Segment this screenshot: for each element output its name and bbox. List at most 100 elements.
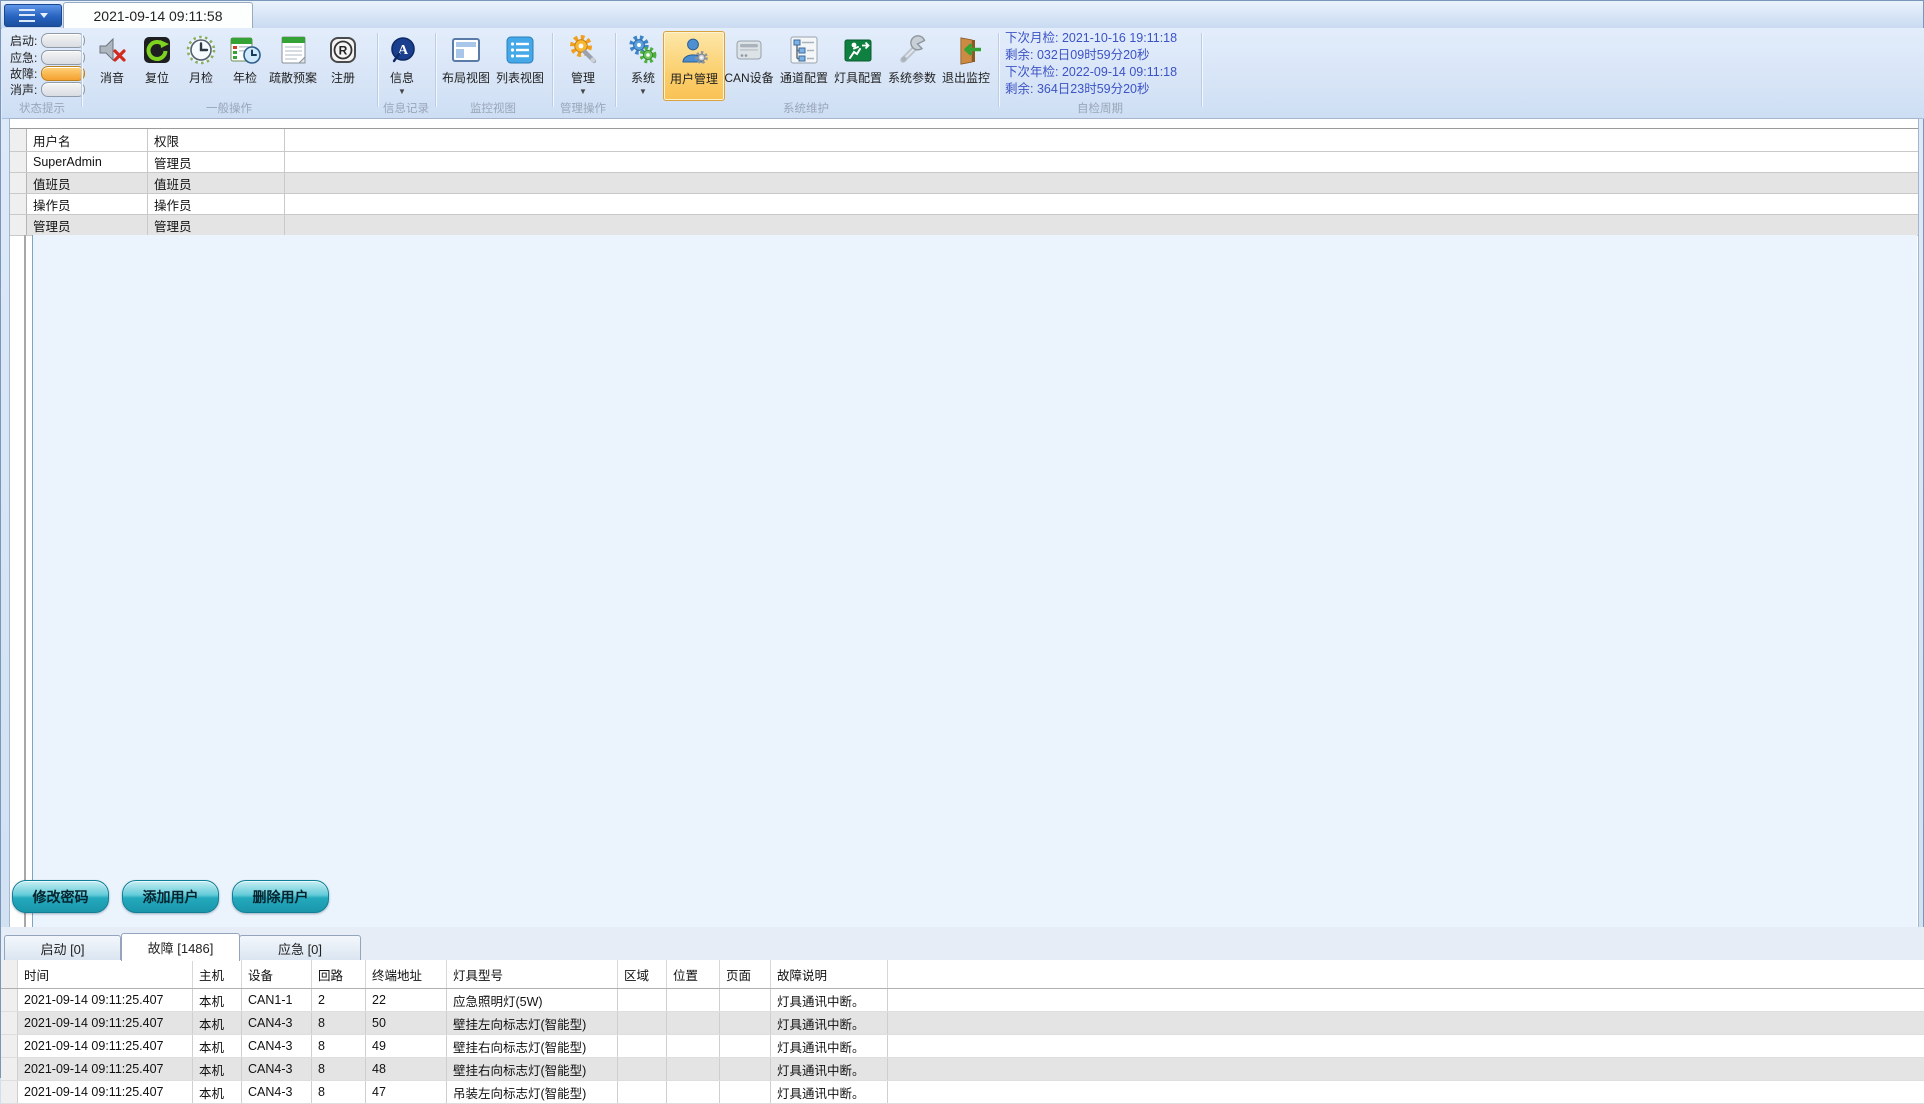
divider (1201, 33, 1202, 107)
row-selector[interactable] (10, 173, 27, 193)
table-cell: 2021-09-14 09:11:25.407 (18, 1035, 193, 1057)
log-row[interactable]: 2021-09-14 09:11:25.407本机CAN4-3847吊装左向标志… (1, 1081, 1924, 1104)
table-cell: 灯具通讯中断。 (771, 989, 888, 1011)
table-cell: SuperAdmin (27, 152, 148, 172)
change-password-button[interactable]: 修改密码 (12, 880, 109, 913)
table-cell-empty (285, 173, 1918, 193)
button-label: 系统参数 (888, 69, 936, 86)
status-emergency: 应急: (10, 49, 85, 66)
table-cell: 本机 (193, 989, 242, 1011)
button-label: 管理 (571, 69, 595, 86)
log-table: 时间主机设备回路终端地址灯具型号区域位置页面故障说明 2021-09-14 09… (1, 960, 1924, 1104)
table-cell (667, 989, 720, 1011)
column-header-empty (285, 129, 1918, 151)
table-cell-empty (285, 152, 1918, 172)
clock-tab[interactable]: 2021-09-14 09:11:58 (63, 2, 253, 29)
table-cell: 灯具通讯中断。 (771, 1012, 888, 1034)
add-user-button[interactable]: 添加用户 (122, 880, 219, 913)
register-button[interactable]: R 注册 (321, 31, 365, 99)
monthly-check-button[interactable]: 月检 (179, 31, 223, 99)
table-cell: 本机 (193, 1081, 242, 1103)
log-row[interactable]: 2021-09-14 09:11:25.407本机CAN4-3850壁挂左向标志… (1, 1012, 1924, 1035)
system-button[interactable]: 系统 ▼ (621, 31, 665, 99)
button-label: 用户管理 (670, 70, 718, 87)
can-device-button[interactable]: CAN设备 (721, 31, 777, 99)
group-caption: 系统维护 (783, 100, 829, 116)
table-cell: 值班员 (148, 173, 285, 193)
log-column-header[interactable]: 区域 (618, 960, 667, 988)
calendar-clock-icon (228, 33, 262, 67)
table-cell: 操作员 (148, 194, 285, 214)
log-column-header[interactable]: 灯具型号 (447, 960, 618, 988)
wrench-icon (895, 33, 929, 67)
table-cell (618, 989, 667, 1011)
log-column-header[interactable]: 时间 (18, 960, 193, 988)
svg-text:A: A (398, 43, 409, 58)
group-caption: 信息记录 (383, 100, 429, 116)
row-selector[interactable] (1, 989, 18, 1011)
table-cell: CAN4-3 (242, 1012, 312, 1034)
table-cell-empty (888, 1081, 1924, 1103)
user-row[interactable]: 值班员值班员 (10, 173, 1918, 194)
gears-icon (626, 33, 660, 67)
row-selector[interactable] (1, 1035, 18, 1057)
column-header-username[interactable]: 用户名 (27, 129, 148, 151)
delete-user-button[interactable]: 删除用户 (232, 880, 329, 913)
mute-button[interactable]: 消音 (90, 31, 134, 99)
table-cell (618, 1058, 667, 1080)
log-column-header[interactable]: 位置 (667, 960, 720, 988)
ribbon-toolbar: 启动: 应急: 故障: 消声: 消音 复位 (2, 28, 1924, 119)
table-cell: 22 (366, 989, 447, 1011)
row-selector[interactable] (1, 1058, 18, 1080)
log-column-header[interactable]: 终端地址 (366, 960, 447, 988)
table-cell: 本机 (193, 1035, 242, 1057)
row-selector[interactable] (10, 194, 27, 214)
divider (435, 33, 436, 107)
row-selector[interactable] (1, 1081, 18, 1103)
table-cell: 49 (366, 1035, 447, 1057)
manage-button[interactable]: 管理 ▼ (561, 31, 605, 99)
group-caption: 管理操作 (560, 100, 606, 116)
table-cell: 吊装左向标志灯(智能型) (447, 1081, 618, 1103)
app-menu-button[interactable] (4, 4, 62, 27)
table-cell: 灯具通讯中断。 (771, 1035, 888, 1057)
log-column-header[interactable]: 页面 (720, 960, 771, 988)
info-button[interactable]: A 信息 ▼ (380, 31, 424, 99)
log-row[interactable]: 2021-09-14 09:11:25.407本机CAN4-3849壁挂右向标志… (1, 1035, 1924, 1058)
table-cell-empty (888, 1035, 1924, 1057)
table-cell: 本机 (193, 1012, 242, 1034)
layout-view-button[interactable]: 布局视图 (438, 31, 494, 99)
user-row[interactable]: SuperAdmin管理员 (10, 152, 1918, 173)
row-selector[interactable] (10, 152, 27, 172)
row-selector[interactable] (10, 215, 27, 235)
speaker-mute-icon (95, 33, 129, 67)
tab-emergency[interactable]: 应急 [0] (239, 935, 361, 960)
user-management-button[interactable]: 用户管理 (663, 31, 725, 101)
tab-fault[interactable]: 故障 [1486] (121, 933, 240, 961)
titlebar: 2021-09-14 09:11:58 (1, 1, 1923, 29)
log-column-header[interactable]: 设备 (242, 960, 312, 988)
tab-start[interactable]: 启动 [0] (4, 935, 121, 960)
exit-monitor-button[interactable]: 退出监控 (938, 31, 994, 99)
row-selector[interactable] (1, 1012, 18, 1034)
log-column-header[interactable]: 故障说明 (771, 960, 888, 988)
user-row[interactable]: 管理员管理员 (10, 215, 1918, 236)
annual-check-button[interactable]: 年检 (223, 31, 267, 99)
button-label: 注册 (331, 69, 355, 86)
system-params-button[interactable]: 系统参数 (884, 31, 940, 99)
status-silence: 消声: (10, 81, 85, 98)
reset-button[interactable]: 复位 (135, 31, 179, 99)
annual-remaining: 剩余: 364日23时59分20秒 (1005, 81, 1201, 98)
table-cell: 壁挂右向标志灯(智能型) (447, 1035, 618, 1057)
column-header-permission[interactable]: 权限 (148, 129, 285, 151)
lamp-config-button[interactable]: 灯具配置 (830, 31, 886, 99)
channel-config-button[interactable]: 通道配置 (776, 31, 832, 99)
log-column-header[interactable]: 回路 (312, 960, 366, 988)
user-row[interactable]: 操作员操作员 (10, 194, 1918, 215)
dropdown-arrow-icon: ▼ (639, 88, 647, 95)
evacuation-plan-button[interactable]: 疏散预案 (263, 31, 323, 99)
list-view-button[interactable]: 列表视图 (492, 31, 548, 99)
table-cell-empty (285, 194, 1918, 214)
log-row[interactable]: 2021-09-14 09:11:25.407本机CAN1-1222应急照明灯(… (1, 989, 1924, 1012)
log-column-header[interactable]: 主机 (193, 960, 242, 988)
